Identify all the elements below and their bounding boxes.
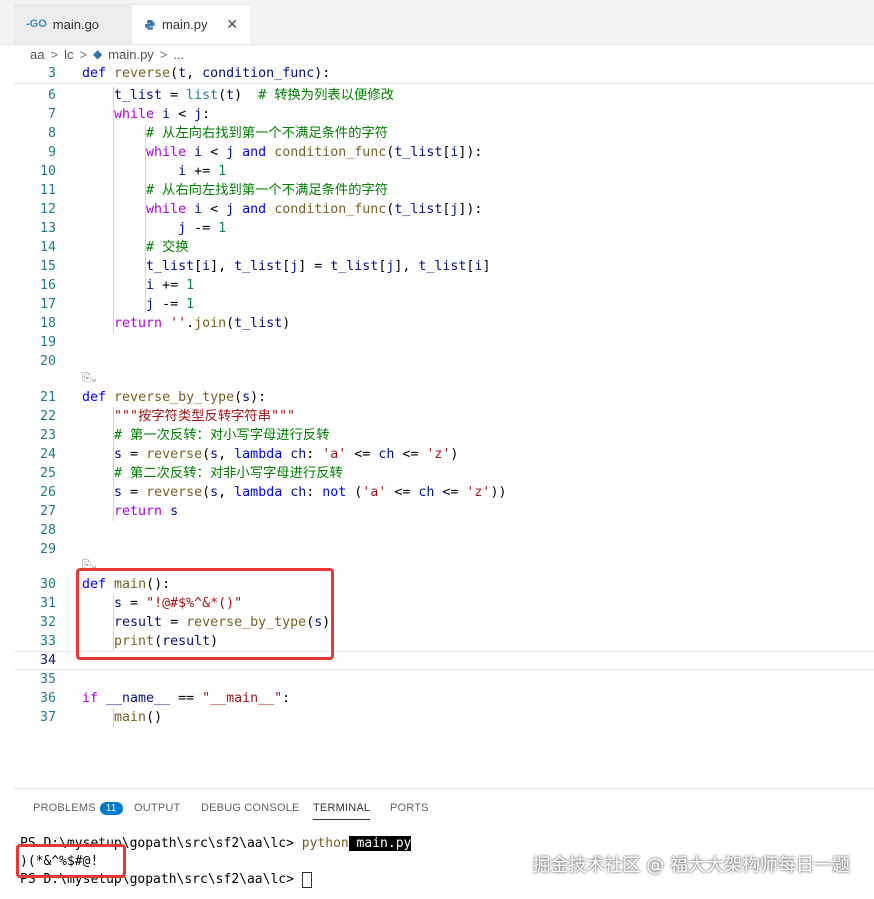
code-line: 15 t_list[i], t_list[j] = t_list[j], t_l…	[39, 259, 491, 274]
highlight-box	[76, 568, 334, 660]
code-line: 14 # 交换	[39, 240, 189, 255]
codelens-icon[interactable]: ⎘⌄	[82, 371, 97, 385]
terminal-argument: main.py	[348, 836, 412, 851]
tab-label: PROBLEMS	[33, 802, 96, 814]
watermark: 掘金技术社区 @ 福大大架构师每日一题	[532, 855, 850, 876]
breadcrumb-item[interactable]: aa	[30, 47, 44, 62]
tab-debug-console[interactable]: DEBUG CONSOLE	[201, 802, 300, 814]
tab-problems[interactable]: PROBLEMS 11	[33, 802, 123, 815]
code-line: 35	[39, 672, 56, 687]
indent-guide	[113, 86, 114, 333]
code-line: 8 # 从左向右找到第一个不满足条件的字符	[47, 126, 389, 141]
tab-output[interactable]: OUTPUT	[134, 802, 180, 814]
code-line: 10 i += 1	[39, 164, 227, 179]
go-icon: -GO	[26, 18, 47, 30]
code-line: 24 s = reverse(s, lambda ch: 'a' <= ch <…	[39, 447, 459, 462]
problems-count-badge: 11	[99, 802, 123, 815]
code-editor[interactable]: 3 def reverse(t, condition_func): 6 t_lis…	[14, 64, 874, 784]
code-line: 20	[39, 354, 56, 369]
terminal-command: python	[301, 836, 349, 851]
code-line: 26 s = reverse(s, lambda ch: not ('a' <=…	[39, 485, 507, 500]
code-line: 19	[39, 335, 56, 350]
indent-guide	[113, 407, 114, 521]
chevron-right-icon: >	[79, 46, 88, 62]
code-line: 23 # 第一次反转：对小写字母进行反转	[39, 428, 330, 443]
code-line: 18 return ''.join(t_list)	[39, 316, 291, 331]
python-icon	[145, 19, 155, 30]
code-line: 37 main()	[39, 710, 163, 725]
breadcrumb-item[interactable]: main.py	[108, 47, 154, 62]
tab-ports[interactable]: PORTS	[390, 802, 429, 814]
code-line: 36 if __name__ == "__main__":	[39, 691, 291, 706]
close-icon[interactable]: ✕	[226, 16, 238, 33]
code-line: 3 def reverse(t, condition_func):	[47, 66, 331, 81]
code-line: 29	[39, 542, 56, 557]
code-line: 7 while i < j:	[47, 107, 211, 122]
breadcrumb: aa > lc > ◆ main.py > ...	[30, 44, 184, 64]
code-line: 12 while i < j and condition_func(t_list…	[39, 202, 483, 217]
code-line: 21 def reverse_by_type(s):	[39, 390, 267, 405]
panel-tab-bar: PROBLEMS 11 OUTPUT DEBUG CONSOLE TERMINAL…	[14, 788, 874, 829]
indent-guide	[113, 708, 114, 727]
code-line: 28	[39, 523, 56, 538]
indent-guide	[145, 124, 146, 314]
code-line: 6 t_list = list(t) # 转换为列表以便修改	[47, 88, 394, 103]
editor-tab-bar: -GO main.go main.py ✕	[0, 0, 874, 45]
chevron-right-icon: >	[50, 46, 59, 62]
code-line: 25 # 第二次反转：对非小写字母进行反转	[39, 466, 343, 481]
code-line: 22 """按字符类型反转字符串"""	[39, 409, 296, 424]
code-line: 13 j -= 1	[39, 221, 227, 236]
breadcrumb-item[interactable]: ...	[173, 47, 184, 62]
code-line: 11 # 从右向左找到第一个不满足条件的字符	[39, 183, 389, 198]
code-line: 27 return s	[39, 504, 179, 519]
tab-main-py[interactable]: main.py ✕	[132, 4, 250, 44]
code-line: 16 i += 1	[39, 278, 195, 293]
tab-label: main.go	[52, 16, 100, 32]
python-icon: ◆	[93, 47, 103, 61]
code-line: 9 while i < j and condition_func(t_list[…	[47, 145, 483, 160]
tab-terminal[interactable]: TERMINAL	[313, 802, 371, 820]
breadcrumb-item[interactable]: lc	[64, 47, 73, 62]
terminal-cursor	[301, 871, 312, 888]
highlight-box	[16, 844, 126, 878]
tab-label: main.py	[162, 17, 208, 32]
chevron-right-icon: >	[159, 46, 168, 62]
tab-main-go[interactable]: -GO main.go	[14, 4, 132, 44]
code-line: 17 j -= 1	[39, 297, 195, 312]
